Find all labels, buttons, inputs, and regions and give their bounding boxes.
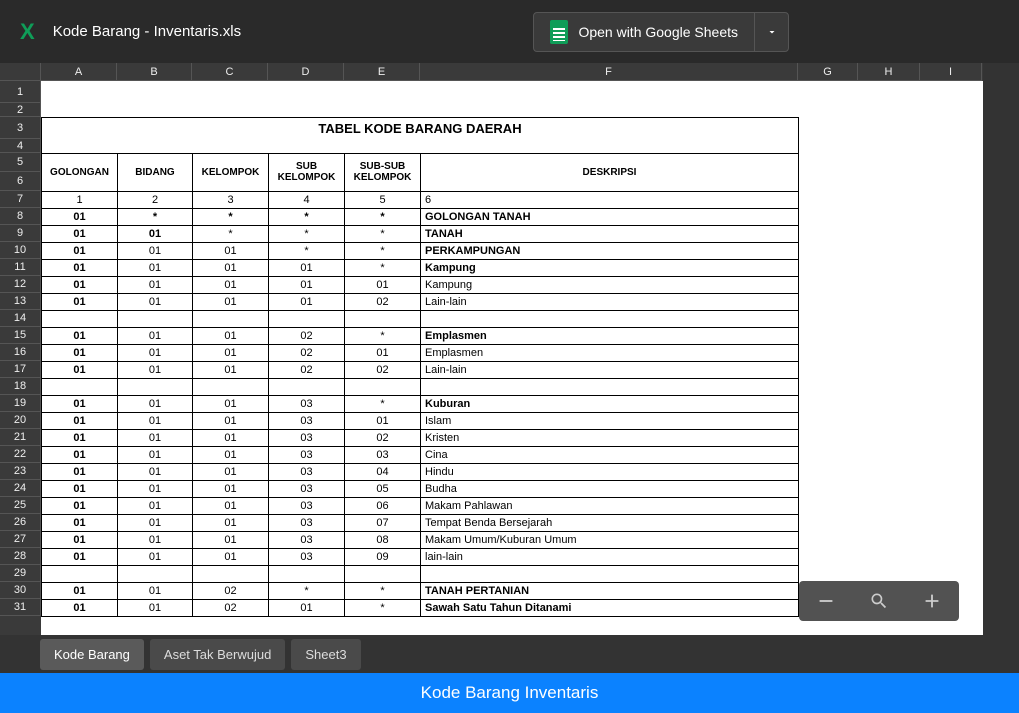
row-header-28[interactable]: 28 [0,548,41,565]
row-header-27[interactable]: 27 [0,531,41,548]
row-header-7[interactable]: 7 [0,191,41,208]
row-header-11[interactable]: 11 [0,259,41,276]
row-header-5[interactable]: 5 [0,153,41,172]
row-header-4[interactable]: 4 [0,139,41,153]
row-headers: 1234567891011121314151617181920212223242… [0,81,41,635]
zoom-toolbar [799,581,959,621]
column-header-i[interactable]: I [920,63,982,81]
top-bar: X Kode Barang - Inventaris.xls Open with… [0,0,1019,63]
zoom-in-button[interactable] [912,581,952,621]
row-header-25[interactable]: 25 [0,497,41,514]
row-header-16[interactable]: 16 [0,344,41,361]
table-cell-desc: Lain-lain [421,293,799,310]
table-cell-desc: Makam Pahlawan [421,497,799,514]
table-cell-desc: Kristen [421,429,799,446]
column-header-d[interactable]: D [268,63,344,81]
right-gutter [983,63,1019,635]
row-header-17[interactable]: 17 [0,361,41,378]
row-header-26[interactable]: 26 [0,514,41,531]
row-header-2[interactable]: 2 [0,103,41,117]
table-cell-desc: Budha [421,480,799,497]
table-header-cell: SUB KELOMPOK [269,153,345,191]
open-with-sheets-button[interactable]: Open with Google Sheets [534,13,754,51]
column-header-a[interactable]: A [41,63,117,81]
table-title: TABEL KODE BARANG DAERAH [42,117,799,139]
row-header-20[interactable]: 20 [0,412,41,429]
table-header-cell: KELOMPOK [193,153,269,191]
row-header-13[interactable]: 13 [0,293,41,310]
row-header-31[interactable]: 31 [0,599,41,616]
magnifier-icon [869,591,889,611]
row-header-19[interactable]: 19 [0,395,41,412]
sheet-tab-aset-tak-berwujud[interactable]: Aset Tak Berwujud [150,639,285,670]
open-with-container: Open with Google Sheets [533,12,789,52]
table-cell-desc: lain-lain [421,548,799,565]
table-header-cell: GOLONGAN [42,153,118,191]
table-cell-desc: Hindu [421,463,799,480]
row-header-30[interactable]: 30 [0,582,41,599]
table-cell-desc: Emplasmen [421,344,799,361]
open-with-label: Open with Google Sheets [578,24,738,40]
table-cell-desc: Islam [421,412,799,429]
row-header-22[interactable]: 22 [0,446,41,463]
app-logo-x: X [20,19,35,45]
sheet-tab-kode-barang[interactable]: Kode Barang [40,639,144,670]
column-header-b[interactable]: B [117,63,192,81]
table-header-cell: SUB-SUB KELOMPOK [345,153,421,191]
cells-area[interactable]: TABEL KODE BARANG DAERAH GOLONGANBIDANGKE… [41,81,983,635]
table-cell-desc: Kuburan [421,395,799,412]
row-header-8[interactable]: 8 [0,208,41,225]
column-header-g[interactable]: G [798,63,858,81]
row-header-12[interactable]: 12 [0,276,41,293]
column-headers: ABCDEFGHI [41,63,983,81]
column-header-c[interactable]: C [192,63,268,81]
table-cell-desc: TANAH [421,225,799,242]
table-header-cell: DESKRIPSI [421,153,799,191]
table-cell-desc: TANAH PERTANIAN [421,582,799,599]
row-header-10[interactable]: 10 [0,242,41,259]
table-cell-desc: Makam Umum/Kuburan Umum [421,531,799,548]
row-header-21[interactable]: 21 [0,429,41,446]
open-with-dropdown-button[interactable] [754,13,788,51]
table-cell-desc: Kampung [421,259,799,276]
table-cell-desc: Emplasmen [421,327,799,344]
column-header-e[interactable]: E [344,63,420,81]
sheet-tabs-bar: Kode BarangAset Tak BerwujudSheet3 [0,635,1019,673]
row-header-23[interactable]: 23 [0,463,41,480]
row-header-15[interactable]: 15 [0,327,41,344]
table-header-cell: BIDANG [118,153,193,191]
minus-icon [815,590,837,612]
table-cell-desc: PERKAMPUNGAN [421,242,799,259]
column-header-h[interactable]: H [858,63,920,81]
column-header-f[interactable]: F [420,63,798,81]
row-header-14[interactable]: 14 [0,310,41,327]
row-header-1[interactable]: 1 [0,81,41,103]
row-header-29[interactable]: 29 [0,565,41,582]
plus-icon [921,590,943,612]
table-cell-desc: Tempat Benda Bersejarah [421,514,799,531]
row-header-24[interactable]: 24 [0,480,41,497]
table-cell-desc: Cina [421,446,799,463]
google-sheets-icon [550,20,568,44]
table-cell-desc: Kampung [421,276,799,293]
zoom-reset-button[interactable] [859,581,899,621]
table-cell-desc: Lain-lain [421,361,799,378]
row-header-9[interactable]: 9 [0,225,41,242]
row-header-3[interactable]: 3 [0,117,41,139]
table-cell-desc: Sawah Satu Tahun Ditanami [421,599,799,616]
file-title: Kode Barang - Inventaris.xls [53,23,241,40]
row-header-6[interactable]: 6 [0,172,41,191]
sheet-tab-sheet3[interactable]: Sheet3 [291,639,360,670]
footer-title: Kode Barang Inventaris [421,683,599,703]
select-all-corner[interactable] [0,63,41,81]
spreadsheet-area: ABCDEFGHI 123456789101112131415161718192… [0,63,1019,635]
page-footer: Kode Barang Inventaris [0,673,1019,713]
row-header-18[interactable]: 18 [0,378,41,395]
zoom-out-button[interactable] [806,581,846,621]
caret-down-icon [766,26,778,38]
table-cell-desc: GOLONGAN TANAH [421,208,799,225]
